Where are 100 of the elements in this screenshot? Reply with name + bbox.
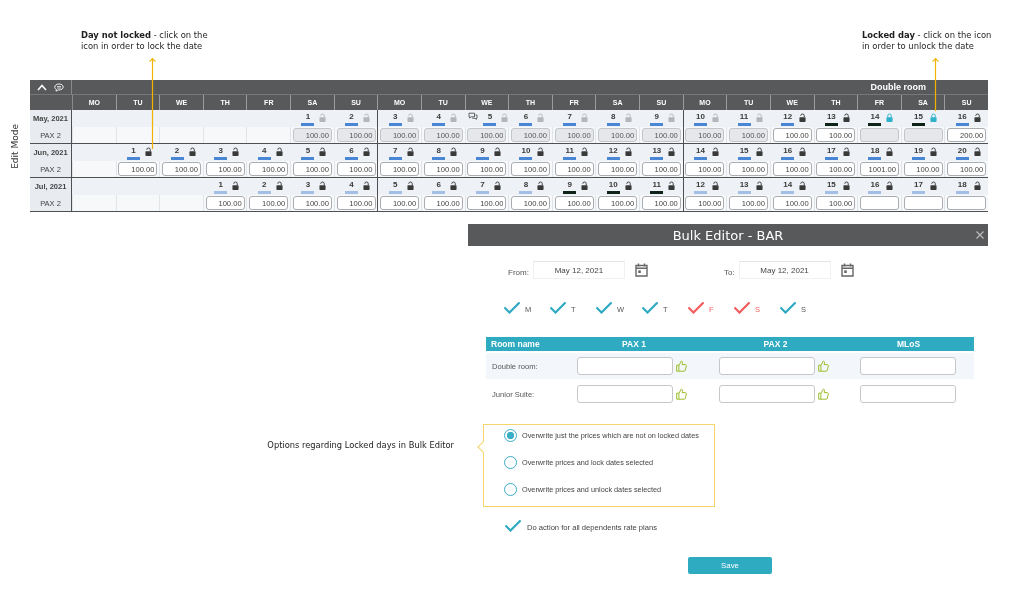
day-number[interactable]: 5 bbox=[392, 180, 398, 190]
day-number[interactable]: 1 bbox=[218, 180, 223, 190]
padlock-open-icon[interactable] bbox=[799, 147, 807, 156]
checkmark-icon[interactable] bbox=[505, 520, 521, 532]
day-number[interactable]: 15 bbox=[739, 146, 749, 156]
day-number[interactable]: 11 bbox=[652, 180, 662, 190]
padlock-open-icon[interactable] bbox=[363, 181, 370, 190]
day-number[interactable]: 6 bbox=[349, 146, 354, 156]
day-number[interactable]: 12 bbox=[783, 112, 793, 122]
day-number[interactable]: 14 bbox=[696, 146, 705, 156]
day-number[interactable]: 9 bbox=[567, 180, 572, 190]
checkmark-icon[interactable] bbox=[688, 302, 704, 314]
radio-button[interactable] bbox=[504, 456, 517, 469]
day-number[interactable]: 9 bbox=[480, 146, 485, 156]
padlock-open-icon[interactable] bbox=[755, 181, 763, 190]
day-number[interactable]: 8 bbox=[436, 146, 441, 156]
radio-button[interactable] bbox=[504, 429, 517, 442]
padlock-open-icon[interactable] bbox=[886, 147, 894, 156]
stay-field[interactable] bbox=[860, 385, 956, 403]
day-number[interactable]: 3 bbox=[305, 180, 311, 190]
price-field[interactable] bbox=[859, 196, 899, 210]
price-field[interactable] bbox=[903, 196, 943, 210]
day-number[interactable]: 18 bbox=[957, 180, 967, 190]
day-number[interactable]: 6 bbox=[436, 180, 441, 190]
price-field[interactable] bbox=[947, 196, 987, 210]
day-number[interactable]: 18 bbox=[870, 146, 880, 156]
day-number[interactable]: 10 bbox=[521, 146, 531, 156]
day-number[interactable]: 5 bbox=[305, 146, 311, 156]
close-icon[interactable] bbox=[976, 231, 984, 239]
checkmark-icon[interactable] bbox=[504, 302, 520, 314]
padlock-open-icon[interactable] bbox=[406, 147, 414, 156]
padlock-open-icon[interactable] bbox=[711, 147, 719, 156]
checkmark-icon[interactable] bbox=[734, 302, 750, 314]
padlock-open-icon[interactable] bbox=[842, 113, 850, 122]
checkmark-icon[interactable] bbox=[550, 302, 566, 314]
padlock-open-icon[interactable] bbox=[537, 147, 545, 156]
day-number[interactable]: 15 bbox=[826, 180, 836, 190]
padlock-open-icon[interactable] bbox=[973, 147, 981, 156]
padlock-open-icon[interactable] bbox=[799, 181, 807, 190]
day-number[interactable]: 14 bbox=[783, 180, 793, 190]
day-number[interactable]: 16 bbox=[870, 180, 880, 190]
date-field[interactable]: May 12, 2021 bbox=[532, 261, 625, 279]
padlock-open-icon[interactable] bbox=[624, 147, 632, 156]
padlock-open-icon[interactable] bbox=[144, 147, 152, 156]
thumbs-up-icon[interactable] bbox=[818, 360, 829, 372]
day-number[interactable]: 17 bbox=[914, 180, 923, 190]
day-number[interactable]: 13 bbox=[739, 180, 749, 190]
speech-bubble-icon[interactable] bbox=[53, 82, 64, 92]
day-number[interactable]: 16 bbox=[957, 112, 967, 122]
padlock-open-icon[interactable] bbox=[668, 181, 676, 190]
checkmark-icon[interactable] bbox=[780, 302, 796, 314]
calendar-icon[interactable] bbox=[634, 263, 648, 277]
padlock-open-icon[interactable] bbox=[711, 181, 719, 190]
padlock-open-icon[interactable] bbox=[319, 181, 327, 190]
day-number[interactable]: 1 bbox=[131, 146, 136, 156]
padlock-open-icon[interactable] bbox=[232, 181, 240, 190]
padlock-open-icon[interactable] bbox=[842, 181, 850, 190]
calendar-icon[interactable] bbox=[840, 263, 854, 277]
day-number[interactable]: 7 bbox=[392, 146, 398, 156]
day-number[interactable]: 4 bbox=[262, 146, 267, 156]
day-number[interactable]: 12 bbox=[608, 146, 618, 156]
day-number[interactable]: 20 bbox=[957, 146, 967, 156]
padlock-open-icon[interactable] bbox=[232, 147, 240, 156]
day-number[interactable]: 11 bbox=[565, 146, 574, 156]
day-number[interactable]: 2 bbox=[262, 180, 267, 190]
day-number[interactable]: 2 bbox=[174, 146, 180, 156]
stay-field[interactable] bbox=[860, 357, 956, 375]
date-field[interactable]: May 12, 2021 bbox=[738, 261, 831, 279]
thumbs-up-icon[interactable] bbox=[676, 360, 687, 372]
caret-up-icon[interactable] bbox=[37, 83, 48, 91]
day-number[interactable]: 7 bbox=[480, 180, 485, 190]
day-number[interactable]: 17 bbox=[826, 146, 836, 156]
price-field[interactable] bbox=[719, 385, 815, 403]
padlock-open-icon[interactable] bbox=[450, 147, 458, 156]
padlock-open-icon[interactable] bbox=[973, 181, 981, 190]
day-number[interactable]: 8 bbox=[523, 180, 529, 190]
padlock-open-icon[interactable] bbox=[188, 147, 196, 156]
radio-button[interactable] bbox=[504, 483, 517, 496]
padlock-open-icon[interactable] bbox=[275, 181, 283, 190]
padlock-open-icon[interactable] bbox=[973, 113, 981, 122]
padlock-open-icon[interactable] bbox=[930, 181, 938, 190]
day-number[interactable]: 3 bbox=[218, 146, 223, 156]
padlock-open-icon[interactable] bbox=[930, 147, 938, 156]
day-number[interactable]: 19 bbox=[914, 146, 923, 156]
price-field[interactable] bbox=[577, 357, 673, 375]
padlock-open-icon[interactable] bbox=[493, 181, 501, 190]
price-field[interactable] bbox=[719, 357, 815, 375]
padlock-open-icon[interactable] bbox=[624, 181, 632, 190]
checkmark-icon[interactable] bbox=[642, 302, 658, 314]
padlock-open-icon[interactable] bbox=[493, 147, 501, 156]
padlock-open-icon[interactable] bbox=[668, 147, 676, 156]
day-number[interactable]: 13 bbox=[826, 112, 836, 122]
checkmark-icon[interactable] bbox=[596, 302, 612, 314]
padlock-open-icon[interactable] bbox=[319, 147, 327, 156]
day-number[interactable]: 12 bbox=[696, 180, 705, 190]
thumbs-up-icon[interactable] bbox=[818, 388, 829, 400]
padlock-open-icon[interactable] bbox=[886, 181, 894, 190]
price-field[interactable] bbox=[577, 385, 673, 403]
padlock-open-icon[interactable] bbox=[363, 147, 370, 156]
padlock-open-icon[interactable] bbox=[755, 147, 763, 156]
